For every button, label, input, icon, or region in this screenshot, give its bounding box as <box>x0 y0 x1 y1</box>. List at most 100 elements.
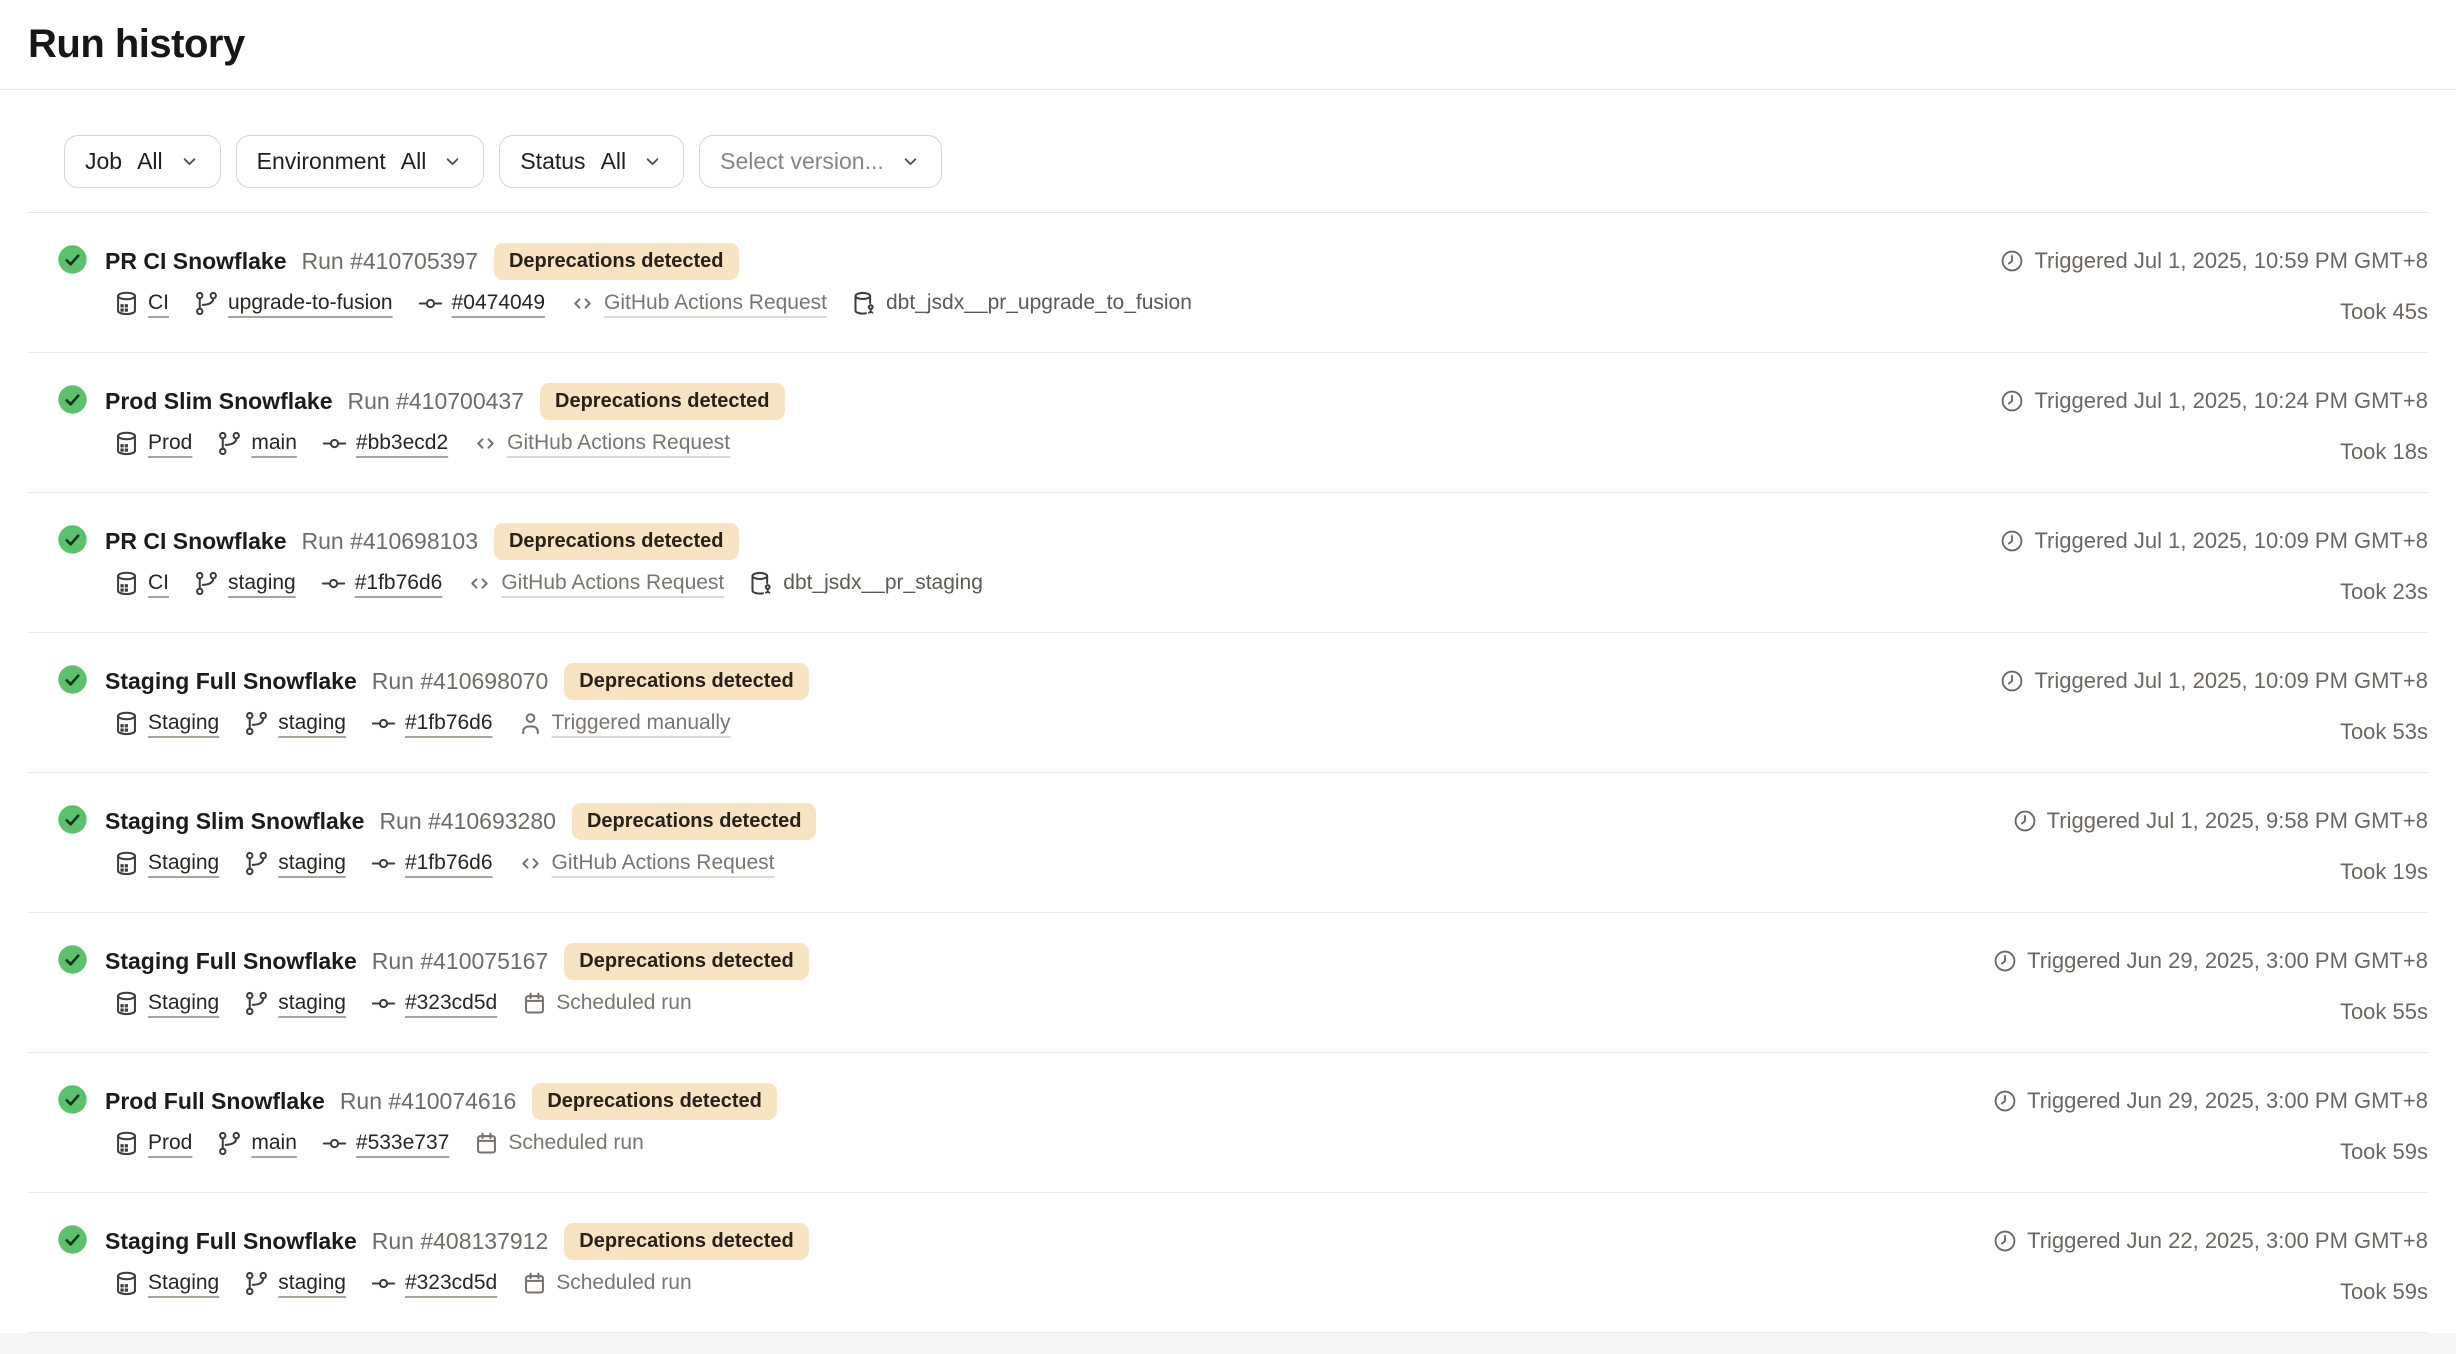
environment-meta: Staging <box>113 1270 219 1297</box>
job-filter-dropdown[interactable]: Job All <box>64 135 221 188</box>
run-row[interactable]: Prod Slim Snowflake Run #410700437 Depre… <box>28 353 2428 493</box>
run-duration: Took 59s <box>1992 1279 2428 1305</box>
environment-link[interactable]: Staging <box>148 991 219 1015</box>
clock-icon <box>1999 388 2025 414</box>
trigger-label[interactable]: GitHub Actions Request <box>604 291 827 315</box>
clock-icon <box>2012 808 2038 834</box>
run-number: Run #410075167 <box>372 948 549 975</box>
version-filter-dropdown[interactable]: Select version... <box>699 135 942 188</box>
user-icon <box>517 710 544 737</box>
trigger-meta: GitHub Actions Request <box>569 290 827 317</box>
git-commit-icon <box>370 710 397 737</box>
branch-link[interactable]: staging <box>278 851 346 875</box>
environment-link[interactable]: Staging <box>148 851 219 875</box>
commit-link[interactable]: #1fb76d6 <box>405 851 493 875</box>
clock-icon <box>1992 1228 2018 1254</box>
success-check-icon <box>57 664 88 695</box>
git-commit-icon <box>320 570 347 597</box>
job-name: PR CI Snowflake <box>105 248 286 275</box>
run-duration: Took 55s <box>1992 999 2428 1025</box>
commit-link[interactable]: #323cd5d <box>405 1271 497 1295</box>
triggered-timestamp: Triggered Jul 1, 2025, 10:09 PM GMT+8 <box>2034 668 2428 694</box>
commit-link[interactable]: #bb3ecd2 <box>356 431 448 455</box>
status-filter-dropdown[interactable]: Status All <box>499 135 684 188</box>
run-duration: Took 19s <box>2012 859 2428 885</box>
commit-meta: #323cd5d <box>370 1270 497 1297</box>
run-duration: Took 45s <box>1999 299 2428 325</box>
job-filter-label: Job <box>85 148 122 175</box>
environment-link[interactable]: CI <box>148 571 169 595</box>
run-row[interactable]: PR CI Snowflake Run #410698103 Deprecati… <box>28 493 2428 633</box>
deprecations-badge: Deprecations detected <box>564 943 809 980</box>
chevron-down-icon <box>642 151 663 172</box>
job-name: Staging Full Snowflake <box>105 1228 357 1255</box>
run-duration: Took 53s <box>1999 719 2428 745</box>
branch-link[interactable]: main <box>251 1131 297 1155</box>
environment-meta: CI <box>113 290 169 317</box>
environment-link[interactable]: Prod <box>148 1131 192 1155</box>
trigger-meta: GitHub Actions Request <box>517 850 775 877</box>
trigger-label[interactable]: GitHub Actions Request <box>552 851 775 875</box>
branch-link[interactable]: staging <box>228 571 296 595</box>
version-filter-placeholder: Select version... <box>720 148 884 175</box>
triggered-timestamp: Triggered Jul 1, 2025, 10:24 PM GMT+8 <box>2034 388 2428 414</box>
trigger-label[interactable]: Triggered manually <box>552 711 731 735</box>
success-check-icon <box>57 944 88 975</box>
trigger-label[interactable]: GitHub Actions Request <box>501 571 724 595</box>
environment-meta: Prod <box>113 430 192 457</box>
job-name: Staging Full Snowflake <box>105 668 357 695</box>
environment-link[interactable]: Prod <box>148 431 192 455</box>
git-commit-icon <box>370 850 397 877</box>
trigger-label[interactable]: GitHub Actions Request <box>507 431 730 455</box>
deprecations-badge: Deprecations detected <box>564 663 809 700</box>
schema-database-icon <box>748 570 775 597</box>
git-commit-icon <box>321 430 348 457</box>
deprecations-badge: Deprecations detected <box>572 803 817 840</box>
run-number: Run #408137912 <box>372 1228 549 1255</box>
commit-link[interactable]: #0474049 <box>452 291 545 315</box>
commit-link[interactable]: #1fb76d6 <box>405 711 493 735</box>
branch-link[interactable]: main <box>251 431 297 455</box>
branch-link[interactable]: upgrade-to-fusion <box>228 291 393 315</box>
run-number: Run #410698070 <box>372 668 549 695</box>
environment-link[interactable]: Staging <box>148 1271 219 1295</box>
status-filter-label: Status <box>520 148 585 175</box>
run-row[interactable]: Prod Full Snowflake Run #410074616 Depre… <box>28 1053 2428 1193</box>
success-check-icon <box>57 1224 88 1255</box>
run-number: Run #410698103 <box>301 528 478 555</box>
deprecations-badge: Deprecations detected <box>494 243 739 280</box>
schema-name: dbt_jsdx__pr_upgrade_to_fusion <box>886 291 1192 315</box>
environment-filter-dropdown[interactable]: Environment All <box>236 135 485 188</box>
commit-meta: #1fb76d6 <box>320 570 443 597</box>
git-branch-icon <box>243 990 270 1017</box>
triggered-timestamp: Triggered Jul 1, 2025, 10:59 PM GMT+8 <box>2034 248 2428 274</box>
commit-link[interactable]: #323cd5d <box>405 991 497 1015</box>
branch-link[interactable]: staging <box>278 1271 346 1295</box>
environment-link[interactable]: Staging <box>148 711 219 735</box>
run-row[interactable]: Staging Full Snowflake Run #410698070 De… <box>28 633 2428 773</box>
code-trigger-icon <box>466 570 493 597</box>
branch-meta: upgrade-to-fusion <box>193 290 393 317</box>
schema-meta: dbt_jsdx__pr_staging <box>748 570 983 597</box>
branch-link[interactable]: staging <box>278 991 346 1015</box>
git-branch-icon <box>193 290 220 317</box>
triggered-timestamp: Triggered Jun 29, 2025, 3:00 PM GMT+8 <box>2027 948 2428 974</box>
commit-link[interactable]: #1fb76d6 <box>355 571 443 595</box>
commit-meta: #323cd5d <box>370 990 497 1017</box>
commit-link[interactable]: #533e737 <box>356 1131 449 1155</box>
run-row[interactable]: PR CI Snowflake Run #410705397 Deprecati… <box>28 213 2428 353</box>
run-row[interactable]: Staging Slim Snowflake Run #410693280 De… <box>28 773 2428 913</box>
branch-link[interactable]: staging <box>278 711 346 735</box>
environment-database-icon <box>113 290 140 317</box>
environment-filter-label: Environment <box>257 148 386 175</box>
environment-link[interactable]: CI <box>148 291 169 315</box>
git-branch-icon <box>216 1130 243 1157</box>
trigger-meta: Scheduled run <box>521 990 691 1017</box>
git-commit-icon <box>321 1130 348 1157</box>
run-row[interactable]: Staging Full Snowflake Run #408137912 De… <box>28 1193 2428 1333</box>
environment-database-icon <box>113 430 140 457</box>
calendar-icon <box>521 1270 548 1297</box>
run-number: Run #410693280 <box>379 808 556 835</box>
triggered-timestamp: Triggered Jun 29, 2025, 3:00 PM GMT+8 <box>2027 1088 2428 1114</box>
run-row[interactable]: Staging Full Snowflake Run #410075167 De… <box>28 913 2428 1053</box>
